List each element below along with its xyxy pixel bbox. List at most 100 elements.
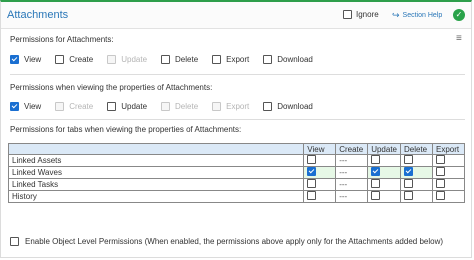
history-export-checkbox[interactable] [435, 191, 445, 200]
attachments-panel: Attachments Ignore ↪ Section Help ✓ ≡ Pe… [0, 0, 472, 258]
section-help-link[interactable]: ↪ Section Help [392, 10, 442, 21]
permissions-option-delete[interactable]: Delete [161, 55, 198, 64]
cell-linked-assets-view [303, 154, 337, 167]
permissions-option-create[interactable]: Create [55, 55, 93, 64]
properties-options: View Create Update Delete Export Download [10, 102, 327, 111]
permissions-title: Permissions for Attachments: [10, 35, 114, 44]
cell-history-update [367, 190, 401, 203]
properties-view-checkbox[interactable] [10, 102, 19, 111]
cell-linked-assets-update [367, 154, 401, 167]
permissions-download-checkbox[interactable] [263, 55, 273, 64]
table-row: Linked Assets --- [7, 154, 466, 167]
divider [10, 74, 465, 75]
ignore-toggle[interactable]: Ignore [343, 10, 379, 19]
properties-option-export: Export [212, 102, 249, 111]
cell-linked-tasks-view [303, 178, 337, 191]
permissions-options: View Create Update Delete Export Download [10, 55, 327, 64]
ignore-checkbox[interactable] [343, 10, 352, 19]
permissions-option-view[interactable]: View [10, 55, 41, 64]
linked-tasks-update-checkbox[interactable] [371, 179, 381, 188]
tabs-title: Permissions for tabs when viewing the pr… [10, 125, 242, 134]
properties-download-checkbox[interactable] [263, 102, 273, 111]
linked-tasks-delete-checkbox[interactable] [404, 179, 413, 188]
linked-assets-view-checkbox[interactable] [307, 155, 317, 164]
linked-waves-update-checkbox[interactable] [371, 167, 381, 176]
permissions-option-download[interactable]: Download [263, 55, 313, 64]
panel-header: Attachments Ignore ↪ Section Help ✓ [1, 2, 471, 29]
cell-linked-waves-create: --- [335, 166, 369, 179]
hamburger-menu-icon[interactable]: ≡ [456, 33, 462, 44]
table-row: Linked Waves --- [7, 166, 466, 179]
object-level-permissions-checkbox[interactable] [10, 237, 19, 246]
linked-tasks-view-checkbox[interactable] [307, 179, 317, 188]
table-header-blank [7, 143, 305, 155]
panel-title: Attachments [7, 9, 69, 21]
cell-linked-waves-update [367, 166, 401, 179]
permissions-view-checkbox[interactable] [10, 55, 19, 64]
cell-linked-waves-delete [400, 166, 433, 179]
properties-option-download[interactable]: Download [263, 102, 313, 111]
redo-arrow-icon: ↪ [392, 10, 400, 20]
history-view-checkbox[interactable] [307, 191, 317, 200]
cell-linked-tasks-delete [400, 178, 433, 191]
history-delete-checkbox[interactable] [404, 191, 413, 200]
cell-linked-tasks-create: --- [335, 178, 369, 191]
permissions-update-label: Update [121, 55, 148, 64]
cell-history-create: --- [335, 190, 369, 203]
not-applicable-dash: --- [339, 180, 348, 189]
properties-option-update[interactable]: Update [107, 102, 147, 111]
properties-download-label: Download [277, 102, 313, 111]
permissions-view-label: View [24, 55, 42, 64]
cell-history-export [431, 190, 466, 203]
permissions-create-label: Create [69, 55, 94, 64]
properties-title: Permissions when viewing the properties … [10, 83, 213, 92]
permissions-delete-checkbox[interactable] [161, 55, 171, 64]
permissions-download-label: Download [277, 55, 313, 64]
column-header-update: Update [367, 143, 401, 155]
not-applicable-dash: --- [339, 192, 348, 201]
history-update-checkbox[interactable] [371, 191, 381, 200]
row-label-history: History [7, 190, 305, 203]
permissions-create-checkbox[interactable] [55, 55, 65, 64]
cell-linked-tasks-export [431, 178, 466, 191]
cell-history-view [303, 190, 337, 203]
linked-waves-view-checkbox[interactable] [307, 167, 317, 176]
linked-tasks-export-checkbox[interactable] [435, 179, 445, 188]
tabs-permissions-table: View Create Update Delete Export Linked Asset… [7, 143, 466, 203]
permissions-option-export[interactable]: Export [212, 55, 249, 64]
not-applicable-dash: --- [339, 168, 348, 177]
properties-update-checkbox[interactable] [107, 102, 117, 111]
cell-linked-tasks-update [367, 178, 401, 191]
object-level-permissions-toggle[interactable]: Enable Object Level Permissions (When en… [10, 237, 443, 246]
properties-option-view[interactable]: View [10, 102, 41, 111]
cell-linked-assets-create: --- [335, 154, 369, 167]
linked-waves-export-checkbox[interactable] [435, 167, 445, 176]
column-header-delete: Delete [400, 143, 433, 155]
cell-history-delete [400, 190, 433, 203]
permissions-delete-label: Delete [175, 55, 199, 64]
properties-option-delete: Delete [161, 102, 198, 111]
linked-assets-export-checkbox[interactable] [435, 155, 445, 164]
cell-linked-waves-view [303, 166, 337, 179]
checkmark-circle-icon: ✓ [453, 9, 465, 21]
properties-delete-checkbox [161, 102, 171, 111]
divider [10, 119, 465, 120]
linked-assets-delete-checkbox[interactable] [404, 155, 413, 164]
properties-update-label: Update [121, 102, 148, 111]
linked-waves-delete-checkbox[interactable] [404, 167, 413, 176]
ignore-label: Ignore [356, 10, 379, 19]
cell-linked-assets-export [431, 154, 466, 167]
column-header-view: View [303, 143, 337, 155]
permissions-export-checkbox[interactable] [212, 55, 222, 64]
row-label-linked-waves: Linked Waves [7, 166, 305, 179]
table-row: Linked Tasks --- [7, 178, 466, 191]
properties-view-label: View [24, 102, 42, 111]
not-applicable-dash: --- [339, 156, 348, 165]
properties-create-label: Create [69, 102, 94, 111]
properties-delete-label: Delete [175, 102, 199, 111]
column-header-create: Create [335, 143, 369, 155]
table-row: History --- [7, 190, 466, 203]
row-label-linked-assets: Linked Assets [7, 154, 305, 167]
linked-assets-update-checkbox[interactable] [371, 155, 381, 164]
row-label-linked-tasks: Linked Tasks [7, 178, 305, 191]
